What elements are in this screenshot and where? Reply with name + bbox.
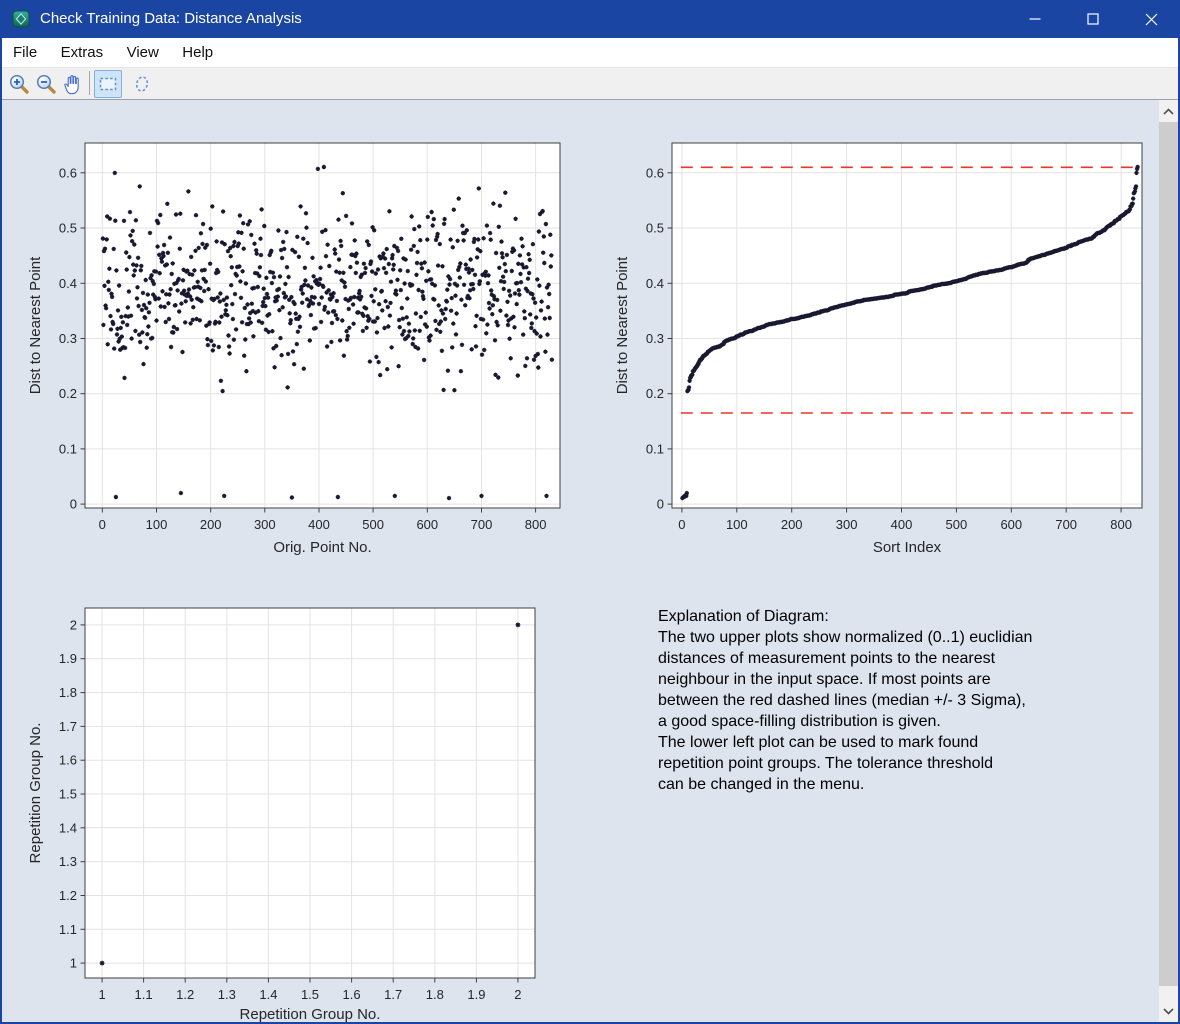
explanation-line: Explanation of Diagram: [658, 606, 1148, 627]
x-tick-label: 700 [471, 517, 493, 532]
x-tick-label: 1.4 [259, 987, 277, 1002]
x-tick-label: 1 [98, 987, 105, 1002]
y-tick-label: 0.4 [59, 276, 77, 291]
y-tick-label: 0.5 [646, 221, 664, 236]
x-tick-label: 800 [1110, 517, 1132, 532]
explanation-line: distances of measurement points to the n… [658, 648, 1148, 669]
x-tick-label: 300 [836, 517, 858, 532]
x-tick-label: 100 [146, 517, 168, 532]
explanation-line: between the red dashed lines (median +/-… [658, 690, 1148, 711]
x-tick-label: 300 [254, 517, 276, 532]
chevron-down-icon [1163, 1008, 1174, 1015]
y-tick-label: 0 [70, 497, 77, 512]
x-tick-label: 2 [514, 987, 521, 1002]
y-tick-label: 1.4 [59, 820, 77, 835]
plot-background [672, 143, 1142, 508]
x-tick-label: 500 [946, 517, 968, 532]
explanation-line: The lower left plot can be used to mark … [658, 732, 1148, 753]
explanation-line: can be changed in the menu. [658, 774, 1148, 795]
y-tick-label: 1.8 [59, 685, 77, 700]
y-axis-label: Dist to Nearest Point [614, 256, 631, 394]
x-tick-label: 1.6 [343, 987, 361, 1002]
y-tick-label: 0.5 [59, 221, 77, 236]
y-tick-label: 0.4 [646, 276, 664, 291]
x-tick-label: 100 [726, 517, 748, 532]
x-tick-label: 1.5 [301, 987, 319, 1002]
y-tick-label: 1.6 [59, 753, 77, 768]
x-tick-label: 700 [1055, 517, 1077, 532]
x-tick-label: 1.8 [426, 987, 444, 1002]
y-tick-label: 1.5 [59, 787, 77, 802]
y-tick-label: 0.6 [59, 165, 77, 180]
x-tick-label: 400 [891, 517, 913, 532]
x-tick-label: 600 [1000, 517, 1022, 532]
y-axis-label: Dist to Nearest Point [27, 256, 44, 394]
y-tick-label: 0 [657, 497, 664, 512]
y-tick-label: 1.3 [59, 854, 77, 869]
y-tick-label: 0.1 [59, 441, 77, 456]
x-axis-label: Repetition Group No. [240, 1006, 381, 1023]
x-tick-label: 1.1 [135, 987, 153, 1002]
y-tick-label: 1 [70, 956, 77, 971]
y-tick-label: 1.9 [59, 651, 77, 666]
chevron-up-icon [1163, 108, 1174, 115]
scroll-up-button[interactable] [1159, 100, 1178, 122]
scrollbar-thumb[interactable] [1159, 122, 1178, 986]
y-tick-label: 0.6 [646, 165, 664, 180]
y-tick-label: 0.1 [646, 441, 664, 456]
x-tick-label: 400 [308, 517, 330, 532]
x-tick-label: 600 [416, 517, 438, 532]
explanation-line: a good space-filling distribution is giv… [658, 711, 1148, 732]
x-tick-label: 200 [200, 517, 222, 532]
x-axis-label: Orig. Point No. [273, 539, 371, 556]
x-tick-label: 200 [781, 517, 803, 532]
y-tick-label: 1.2 [59, 888, 77, 903]
vertical-scrollbar[interactable] [1159, 100, 1178, 1022]
x-tick-label: 0 [678, 517, 685, 532]
y-tick-label: 0.3 [59, 331, 77, 346]
x-axis-label: Sort Index [873, 539, 942, 556]
x-tick-label: 0 [99, 517, 106, 532]
explanation-line: neighbour in the input space. If most po… [658, 669, 1148, 690]
figure-canvas: 010020030040050060070080000.10.20.30.40.… [2, 0, 1178, 1024]
x-tick-label: 1.9 [467, 987, 485, 1002]
y-tick-label: 2 [70, 617, 77, 632]
explanation-text: Explanation of Diagram: The two upper pl… [658, 606, 1148, 795]
y-tick-label: 1.7 [59, 719, 77, 734]
plot-repetition-groups[interactable]: 1 1.1 1.2 1.3 1.4 1.5 1.6 1.7 1.8 1.9 2 1 1.1 1.2 1.3 1… [27, 608, 535, 1023]
y-tick-label: 1.1 [59, 922, 77, 937]
x-tick-label: 500 [362, 517, 384, 532]
y-axis-label: Repetition Group No. [27, 723, 44, 864]
explanation-line: The two upper plots show normalized (0..… [658, 627, 1148, 648]
y-tick-label: 0.2 [646, 386, 664, 401]
app-window: Check Training Data: Distance Analysis F… [0, 0, 1180, 1024]
explanation-line: repetition point groups. The tolerance t… [658, 753, 1148, 774]
y-tick-label: 0.3 [646, 331, 664, 346]
x-tick-label: 1.7 [384, 987, 402, 1002]
plot-distance-vs-original-point[interactable]: 0 100 200 300 400 500 600 700 800 0 0.1 0.2 0.3 0.4 0.… [27, 143, 560, 556]
plot-distance-sorted[interactable]: 0 100 200 300 400 500 600 700 800 0 0.1 0.2 0.3 0.4 0.… [614, 143, 1142, 556]
scroll-down-button[interactable] [1159, 1000, 1178, 1022]
x-tick-label: 1.3 [218, 987, 236, 1002]
x-tick-label: 800 [525, 517, 547, 532]
y-tick-label: 0.2 [59, 386, 77, 401]
x-tick-label: 1.2 [176, 987, 194, 1002]
